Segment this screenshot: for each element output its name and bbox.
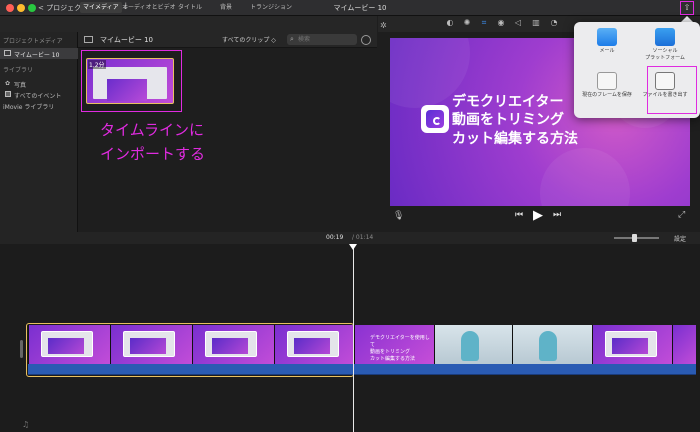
crop-icon[interactable]: ⌗ xyxy=(479,18,489,28)
window-title: マイムービー 10 xyxy=(333,4,387,12)
sidebar-item-photos[interactable]: 写真 xyxy=(14,80,26,89)
photos-icon: ✿ xyxy=(5,80,11,87)
track-handle[interactable] xyxy=(20,340,23,358)
music-note-icon: ♫ xyxy=(22,420,30,429)
project-media-heading: プロジェクトメディア xyxy=(3,38,63,45)
search-input[interactable] xyxy=(298,35,353,44)
share-item-label: 現在のフレームを保存 xyxy=(582,92,632,98)
thumbnail-screen xyxy=(93,67,167,101)
volume-icon[interactable]: ◁ xyxy=(513,18,523,28)
magic-wand-icon[interactable]: ✲ xyxy=(380,21,387,30)
social-platform-icon xyxy=(655,28,675,46)
next-button[interactable]: ⏭ xyxy=(553,210,561,220)
fullscreen-icon[interactable]: ⤢ xyxy=(678,210,685,220)
export-highlight-box xyxy=(647,66,697,114)
timeline-clip[interactable] xyxy=(434,325,512,365)
tab-titles[interactable]: タイトル xyxy=(175,2,205,13)
share-item-label: ソーシャル プラットフォーム xyxy=(645,48,685,61)
thumbnail-video xyxy=(107,79,147,101)
sidebar-toggle-icon[interactable] xyxy=(84,36,93,43)
timeline-title-clip[interactable]: デモクリエイターを使用して 動画をトリミング カット編集する方法 xyxy=(354,325,434,365)
timeline-header xyxy=(0,232,700,244)
zoom-slider-knob[interactable] xyxy=(632,234,637,242)
play-button[interactable]: ▶ xyxy=(533,208,543,223)
library-sidebar: プロジェクトメディア マイムービー 10 ライブラリ ✿ 写真 すべてのイベント… xyxy=(0,32,78,232)
annotation-line-2: インポートする xyxy=(100,145,206,163)
stabilization-icon[interactable]: ◉ xyxy=(496,18,506,28)
preview-title-line-1: デモクリエイター xyxy=(452,94,564,110)
browser-project-name: マイムービー 10 xyxy=(100,36,153,44)
color-correction-icon[interactable]: ✺ xyxy=(462,18,472,28)
browser-tabs-row xyxy=(0,16,377,32)
speed-icon[interactable]: ◔ xyxy=(549,18,559,28)
playhead-handle[interactable] xyxy=(349,244,357,250)
tab-audio-video[interactable]: オーディオとビデオ xyxy=(119,2,179,13)
playhead-line[interactable] xyxy=(353,246,354,432)
sidebar-item-label: マイムービー 10 xyxy=(14,52,60,59)
share-save-frame-button[interactable]: 現在のフレームを保存 xyxy=(577,72,637,99)
deco-circle xyxy=(540,148,630,206)
clip-selection-outline xyxy=(26,323,354,377)
microphone-icon[interactable]: 🎙 xyxy=(393,211,404,221)
film-icon xyxy=(4,50,11,56)
clips-filter-dropdown[interactable]: すべてのクリップ ◇ xyxy=(222,35,276,44)
annotation-text: タイムラインに インポートする xyxy=(100,118,260,166)
tab-transitions[interactable]: トランジション xyxy=(247,2,295,13)
preview-title-line-3: カット編集する方法 xyxy=(452,131,578,147)
library-heading: ライブラリ xyxy=(3,67,34,74)
save-frame-icon xyxy=(597,72,617,90)
events-icon xyxy=(5,91,11,97)
tab-my-media[interactable]: マイメディア xyxy=(80,2,122,13)
share-button[interactable]: ⇧ xyxy=(680,1,694,15)
mail-icon xyxy=(597,28,617,46)
timeline-settings-button[interactable]: 設定 xyxy=(674,234,686,243)
clip-duration-label: 1.2分 xyxy=(88,60,106,69)
noise-reduction-icon[interactable]: ▥ xyxy=(531,18,541,28)
sidebar-item-imovie-library[interactable]: iMovie ライブラリ xyxy=(3,102,54,111)
timeline-clip[interactable] xyxy=(512,325,592,365)
person-figure xyxy=(539,331,557,361)
preview-title-line-2: 動画をトリミング xyxy=(452,112,564,128)
close-window-button[interactable] xyxy=(6,4,14,12)
clip-frame-video xyxy=(612,338,648,354)
democreator-logo xyxy=(421,105,449,133)
previous-button[interactable]: ⏮ xyxy=(515,210,523,220)
minimize-window-button[interactable] xyxy=(17,4,25,12)
sidebar-item-all-events[interactable]: すべてのイベント xyxy=(14,91,61,100)
logo-mark xyxy=(426,110,444,128)
share-item-label: メール xyxy=(599,48,615,54)
sidebar-item-project[interactable]: マイムービー 10 xyxy=(0,48,78,59)
zoom-window-button[interactable] xyxy=(28,4,36,12)
timeline-clip[interactable] xyxy=(672,325,696,365)
gear-icon[interactable] xyxy=(361,35,371,45)
annotation-line-1: タイムラインに xyxy=(100,121,204,139)
title-clip-text: デモクリエイターを使用して 動画をトリミング カット編集する方法 xyxy=(370,335,430,362)
total-duration: / 01:14 xyxy=(352,234,374,241)
tab-backgrounds[interactable]: 背景 xyxy=(217,2,235,13)
timeline-clip[interactable] xyxy=(592,325,672,365)
share-mail-button[interactable]: メール xyxy=(577,28,637,55)
search-icon: ⌕ xyxy=(290,35,294,43)
person-figure xyxy=(461,331,479,361)
color-balance-icon[interactable]: ◐ xyxy=(445,18,455,28)
share-social-button[interactable]: ソーシャル プラットフォーム xyxy=(635,28,695,62)
current-timecode: 00:19 xyxy=(326,234,344,241)
logo-ring xyxy=(433,117,441,125)
clip-frame xyxy=(605,331,657,357)
